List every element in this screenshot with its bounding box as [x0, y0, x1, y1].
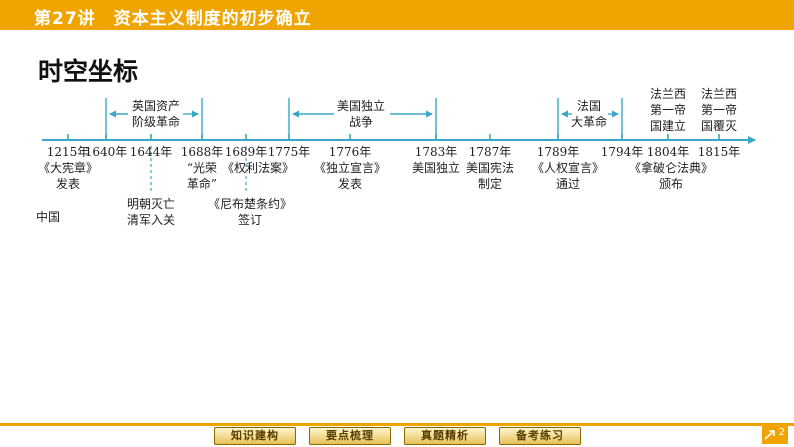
nav-button-knowledge[interactable]: 知识建构: [214, 427, 296, 445]
year-label: 1783年: [414, 145, 458, 159]
page-number: 2: [778, 427, 785, 438]
event-us-independence: 美国独立: [411, 161, 460, 175]
year-label: 1644年: [129, 145, 173, 159]
page-number-box: 2: [762, 426, 788, 444]
year-label: 1689年: [224, 145, 268, 159]
event-first-empire-fall: 法兰西 第一帝 国覆灭: [700, 87, 737, 133]
year-label: 1688年: [180, 145, 224, 159]
footer-divider: [0, 423, 794, 426]
year-label: 1815年: [697, 145, 741, 159]
china-label: 中国: [36, 210, 61, 224]
year-label: 1804年: [646, 145, 690, 159]
event-magna-carta: 《大宪章》 发表: [37, 161, 98, 191]
year-label: 1640年: [84, 145, 128, 159]
footer-nav: 知识建构 要点梳理 真题精析 备考练习 2: [0, 423, 794, 447]
nav-button-key-points[interactable]: 要点梳理: [309, 427, 391, 445]
span-label-english-revolution: 英国资产 阶级革命: [131, 99, 180, 129]
event-nerchinsk-treaty: 《尼布楚条约》 签订: [207, 197, 292, 227]
year-label: 1787年: [468, 145, 512, 159]
event-bill-of-rights: 《权利法案》: [221, 161, 294, 175]
arrow-icon: [764, 430, 775, 440]
span-label-american-war: 美国独立 战争: [336, 99, 385, 129]
event-ming-fall: 明朝灭亡 清军入关: [126, 197, 175, 227]
year-label: 1776年: [328, 145, 372, 159]
span-label-french-revolution: 法国 大革命: [570, 99, 607, 129]
nav-button-practice[interactable]: 备考练习: [499, 427, 581, 445]
event-declaration-independence: 《独立宣言》 发表: [313, 161, 386, 191]
event-us-constitution: 美国宪法 制定: [465, 161, 514, 191]
year-label: 1794年: [600, 145, 644, 159]
year-label: 1789年: [536, 145, 580, 159]
event-glorious-revolution: “光荣 革命”: [186, 161, 218, 191]
nav-button-exam-analysis[interactable]: 真题精析: [404, 427, 486, 445]
event-napoleonic-code: 《拿破仑法典》 颁布: [628, 161, 713, 191]
event-rights-of-man: 《人权宣言》 通过: [531, 161, 604, 191]
event-first-empire-founded: 法兰西 第一帝 国建立: [649, 87, 686, 133]
year-label: 1775年: [267, 145, 311, 159]
